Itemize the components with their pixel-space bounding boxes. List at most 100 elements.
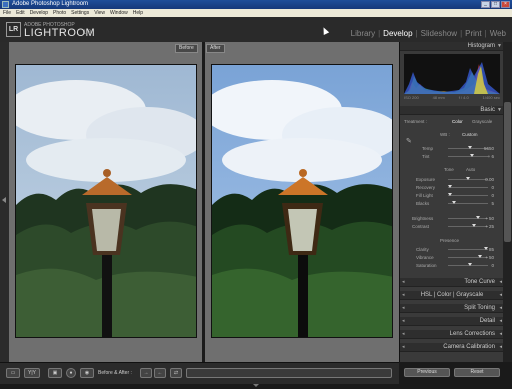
crop-tool-icon[interactable]: ▣ xyxy=(48,368,62,378)
tab-color[interactable]: Color xyxy=(437,292,451,298)
tint-value[interactable]: + 6 xyxy=(488,154,494,159)
module-slideshow[interactable]: Slideshow xyxy=(421,29,457,38)
panel-solo-icon: ◂ xyxy=(402,331,405,337)
lens-corrections-title: Lens Corrections xyxy=(449,331,495,337)
tint-slider[interactable] xyxy=(448,154,488,157)
brightness-label: Brightness xyxy=(412,216,434,221)
wb-eyedropper-icon[interactable]: ✎ xyxy=(406,137,412,145)
expand-arrow-icon[interactable]: ◂ xyxy=(499,291,502,300)
copy-after-to-before-icon[interactable]: ← xyxy=(154,368,166,378)
blacks-value[interactable]: 5 xyxy=(491,201,494,206)
tab-hsl[interactable]: HSL xyxy=(421,292,432,298)
filmstrip-collapsed[interactable] xyxy=(0,384,512,389)
expand-left-panel-icon[interactable] xyxy=(2,197,6,203)
basic-header[interactable]: Basic ▼ xyxy=(400,106,504,115)
right-panel-scrollbar[interactable] xyxy=(503,42,512,362)
fill-light-label: Fill Light xyxy=(416,193,433,198)
app-icon xyxy=(2,1,9,8)
before-after-view-icon[interactable]: Y|Y xyxy=(24,368,40,378)
after-photo[interactable] xyxy=(211,64,393,338)
vibrance-slider-knob[interactable] xyxy=(478,255,482,258)
treatment-color[interactable]: Color xyxy=(452,119,463,124)
expand-filmstrip-icon[interactable] xyxy=(253,384,259,387)
expand-arrow-icon[interactable]: ◂ xyxy=(499,317,502,326)
saturation-value[interactable]: 0 xyxy=(491,263,494,268)
red-eye-icon[interactable]: ◉ xyxy=(80,368,94,378)
menu-settings[interactable]: Settings xyxy=(71,9,89,17)
scrollbar-thumb[interactable] xyxy=(504,102,511,242)
tint-slider-knob[interactable] xyxy=(470,154,474,157)
clarity-slider[interactable] xyxy=(448,247,488,250)
exposure-value[interactable]: 0.00 xyxy=(485,177,494,182)
module-library[interactable]: Library xyxy=(351,29,375,38)
blacks-slider-knob[interactable] xyxy=(452,201,456,204)
collapse-arrow-icon[interactable]: ▼ xyxy=(497,42,502,51)
previous-button[interactable]: Previous xyxy=(404,368,450,377)
hsl-header[interactable]: ◂ HSL | Color | Grayscale ◂ xyxy=(400,291,504,300)
contrast-slider[interactable] xyxy=(448,224,488,227)
menu-edit[interactable]: Edit xyxy=(16,9,25,17)
tint-label: Tint xyxy=(422,154,430,159)
wb-dropdown[interactable]: Custom xyxy=(462,132,478,137)
expand-arrow-icon[interactable]: ◂ xyxy=(499,343,502,352)
exposure-slider-knob[interactable] xyxy=(466,177,470,180)
vibrance-slider[interactable] xyxy=(448,255,488,258)
maximize-icon[interactable]: □ xyxy=(491,1,500,8)
expand-arrow-icon[interactable]: ◂ xyxy=(499,278,502,287)
clarity-value[interactable]: 85 xyxy=(489,247,494,252)
expand-arrow-icon[interactable]: ◂ xyxy=(499,330,502,339)
temp-slider-knob[interactable] xyxy=(468,146,472,149)
exif-shutter: 1/400 sec xyxy=(482,95,500,100)
menu-develop[interactable]: Develop xyxy=(30,9,48,17)
histogram-header[interactable]: Histogram ▼ xyxy=(400,42,504,51)
reset-button[interactable]: Reset xyxy=(454,368,500,377)
tone-curve-header[interactable]: ◂ Tone Curve ◂ xyxy=(400,278,504,287)
contrast-slider-knob[interactable] xyxy=(472,224,476,227)
menu-help[interactable]: Help xyxy=(133,9,143,17)
loupe-view-icon[interactable]: ▭ xyxy=(6,368,20,378)
exposure-slider[interactable] xyxy=(448,177,488,180)
collapse-arrow-icon[interactable]: ▼ xyxy=(497,106,502,115)
blacks-slider[interactable] xyxy=(448,201,488,204)
vibrance-value[interactable]: + 50 xyxy=(485,255,494,260)
module-web[interactable]: Web xyxy=(490,29,506,38)
temp-slider[interactable] xyxy=(448,146,488,149)
recovery-slider[interactable] xyxy=(448,185,488,188)
close-icon[interactable]: × xyxy=(501,1,510,8)
module-print[interactable]: Print xyxy=(465,29,481,38)
before-photo[interactable] xyxy=(15,64,197,338)
menu-window[interactable]: Window xyxy=(110,9,128,17)
auto-tone-button[interactable]: Auto xyxy=(466,167,475,172)
histogram-graph xyxy=(404,54,500,94)
recovery-value[interactable]: 0 xyxy=(491,185,494,190)
menu-view[interactable]: View xyxy=(94,9,105,17)
saturation-slider[interactable] xyxy=(448,263,488,266)
spot-removal-icon[interactable]: ● xyxy=(66,368,76,378)
split-toning-header[interactable]: ◂ Split Toning ◂ xyxy=(400,304,504,313)
treatment-grayscale[interactable]: Grayscale xyxy=(472,119,492,124)
contrast-value[interactable]: + 25 xyxy=(485,224,494,229)
left-panel-collapsed[interactable] xyxy=(0,42,9,362)
menu-file[interactable]: File xyxy=(3,9,11,17)
saturation-slider-knob[interactable] xyxy=(468,263,472,266)
tab-grayscale[interactable]: Grayscale xyxy=(456,292,483,298)
menu-photo[interactable]: Photo xyxy=(53,9,66,17)
minimize-icon[interactable]: _ xyxy=(481,1,490,8)
fill-light-value[interactable]: 0 xyxy=(491,193,494,198)
module-develop[interactable]: Develop xyxy=(383,29,412,38)
copy-before-to-after-icon[interactable]: → xyxy=(140,368,152,378)
recovery-slider-knob[interactable] xyxy=(448,185,452,188)
brightness-slider-knob[interactable] xyxy=(476,216,480,219)
expand-arrow-icon[interactable]: ◂ xyxy=(499,304,502,313)
temp-value[interactable]: 5650 xyxy=(484,146,494,151)
brightness-value[interactable]: + 50 xyxy=(485,216,494,221)
fill-light-slider[interactable] xyxy=(448,193,488,196)
clarity-slider-knob[interactable] xyxy=(484,247,488,250)
camera-calibration-header[interactable]: ◂ Camera Calibration ◂ xyxy=(400,343,504,352)
fill-light-slider-knob[interactable] xyxy=(448,193,452,196)
detail-header[interactable]: ◂ Detail ◂ xyxy=(400,317,504,326)
lens-corrections-header[interactable]: ◂ Lens Corrections ◂ xyxy=(400,330,504,339)
brightness-slider[interactable] xyxy=(448,216,488,219)
before-after-view: Before After xyxy=(9,42,399,362)
swap-before-after-icon[interactable]: ⇄ xyxy=(170,368,182,378)
